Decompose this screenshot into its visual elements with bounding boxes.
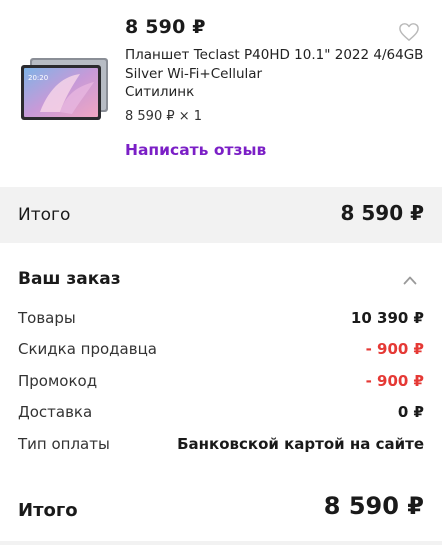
row-label: Скидка продавца [18,340,157,358]
order-section-title[interactable]: Ваш заказ [18,269,121,289]
divider [0,541,442,545]
row-label: Товары [18,309,76,327]
product-price: 8 590 ₽ [125,16,206,38]
product-title[interactable]: Планшет Teclast P40HD 10.1" 2022 4/64GB … [125,46,425,84]
heart-outline-icon[interactable] [398,22,420,42]
row-label: Доставка [18,403,93,421]
final-total-value: 8 590 ₽ [323,492,424,520]
price-quantity: 8 590 ₽ × 1 [125,109,203,124]
total-summary-band: Итого 8 590 ₽ [0,187,442,243]
total-label: Итого [18,205,71,225]
order-row-items: Товары 10 390 ₽ [18,309,424,331]
final-total: Итого 8 590 ₽ [0,486,442,536]
row-value: Банковской картой на сайте [177,435,424,453]
seller-name[interactable]: Ситилинк [125,84,194,100]
row-value: 0 ₽ [397,403,424,421]
svg-text:20:20: 20:20 [28,74,48,82]
row-value: - 900 ₽ [365,372,424,390]
row-value: 10 390 ₽ [350,309,424,327]
tablet-image[interactable]: 20:20 [20,56,110,122]
order-row-seller-discount: Скидка продавца - 900 ₽ [18,340,424,362]
order-row-promocode: Промокод - 900 ₽ [18,372,424,394]
chevron-up-icon[interactable] [403,275,417,285]
product-card: 20:20 8 590 ₽ Планшет Teclast P40HD 10.1… [0,0,442,187]
write-review-button[interactable]: Написать отзыв [125,141,266,159]
row-label: Промокод [18,372,98,390]
row-label: Тип оплаты [18,435,110,453]
row-value: - 900 ₽ [365,340,424,358]
total-value: 8 590 ₽ [340,201,424,225]
final-total-label: Итого [18,500,78,521]
order-row-payment-type: Тип оплаты Банковской картой на сайте [18,435,424,457]
order-row-delivery: Доставка 0 ₽ [18,403,424,425]
